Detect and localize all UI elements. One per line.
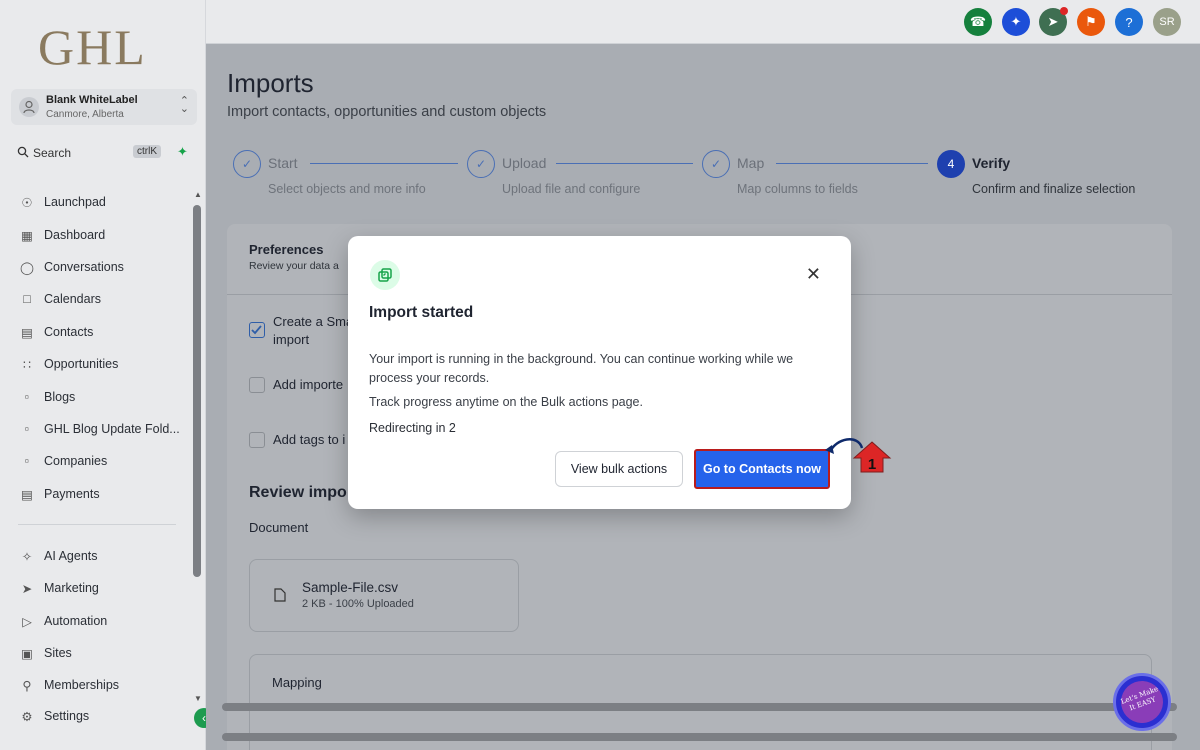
chat-icon: ◯ bbox=[20, 260, 34, 275]
send-icon: ➤ bbox=[21, 581, 33, 596]
import-started-modal: ✕ Import started Your import is running … bbox=[348, 236, 851, 509]
account-avatar bbox=[19, 97, 39, 117]
redirect-countdown: Redirecting in 2 bbox=[369, 421, 456, 435]
gear-icon: ⚙ bbox=[21, 709, 33, 724]
top-bar: ☎ ✦ ➤ ⚑ ? SR bbox=[206, 0, 1200, 44]
close-icon[interactable]: ✕ bbox=[806, 264, 821, 285]
help-icon[interactable]: ? bbox=[1115, 8, 1143, 36]
phone-icon[interactable]: ☎ bbox=[964, 8, 992, 36]
add-to-workflow-checkbox[interactable] bbox=[249, 377, 265, 393]
file-status: 2 KB - 100% Uploaded bbox=[302, 598, 414, 610]
search-button[interactable]: Search ctrlK bbox=[11, 142, 171, 164]
calendar-icon: □ bbox=[23, 292, 31, 306]
sidebar-item-marketing[interactable]: ➤ Marketing bbox=[18, 578, 99, 598]
watermark-badge: Let's Make It EASY bbox=[1113, 673, 1171, 731]
smart-list-checkbox[interactable] bbox=[249, 322, 265, 338]
sidebar-item-settings[interactable]: ⚙ Settings bbox=[18, 706, 89, 726]
sidebar-item-opportunities[interactable]: ∷ Opportunities bbox=[18, 354, 118, 374]
search-label: Search bbox=[33, 146, 72, 160]
sparkle-icon: ✧ bbox=[21, 549, 33, 564]
sidebar-item-sites[interactable]: ▣ Sites bbox=[18, 643, 72, 663]
mapping-label: Mapping bbox=[272, 675, 322, 690]
step-connector bbox=[310, 163, 458, 164]
notification-dot bbox=[1060, 7, 1068, 15]
check-icon: ✓ bbox=[467, 150, 495, 178]
preferences-subtitle: Review your data a bbox=[249, 260, 339, 272]
document-card[interactable]: Sample-File.csv 2 KB - 100% Uploaded bbox=[249, 559, 519, 632]
add-imported-label: Add importe bbox=[273, 377, 344, 392]
sidebar-item-ai-agents[interactable]: ✧ AI Agents bbox=[18, 546, 98, 566]
megaphone-icon[interactable]: ➤ bbox=[1039, 7, 1068, 36]
check-icon bbox=[251, 325, 262, 335]
account-switcher[interactable]: Blank WhiteLabel Canmore, Alberta ⌃ ⌄ bbox=[11, 89, 197, 125]
add-tags-label: Add tags to i bbox=[273, 432, 346, 447]
sidebar-item-companies[interactable]: ▫ Companies bbox=[18, 451, 107, 471]
modal-track-text: Track progress anytime on the Bulk actio… bbox=[369, 395, 643, 409]
horizontal-scrollbar[interactable] bbox=[222, 703, 1177, 711]
sidebar-item-calendars[interactable]: □ Calendars bbox=[18, 289, 101, 309]
add-tags-checkbox[interactable] bbox=[249, 432, 265, 448]
file-icon bbox=[274, 588, 286, 602]
check-icon: ✓ bbox=[233, 150, 261, 178]
sidebar: GHL Blank WhiteLabel Canmore, Alberta ⌃ ⌄… bbox=[0, 0, 206, 750]
grid-icon: ▦ bbox=[21, 228, 33, 243]
sidebar-item-contacts[interactable]: ▤ Contacts bbox=[18, 322, 93, 342]
bell-icon[interactable]: ⚑ bbox=[1077, 8, 1105, 36]
account-name: Blank WhiteLabel bbox=[46, 94, 138, 106]
chevron-updown-icon: ⌃ ⌄ bbox=[179, 95, 189, 115]
sidebar-item-blogs[interactable]: ▫ Blogs bbox=[18, 387, 76, 407]
watermark-text: Let's Make It EASY bbox=[1115, 675, 1169, 729]
sidebar-scrollbar[interactable] bbox=[193, 205, 201, 577]
page-title: Imports bbox=[227, 68, 314, 98]
folder-icon: ▫ bbox=[24, 422, 30, 436]
tutorial-annotation-arrow: 1 bbox=[825, 438, 892, 473]
step-connector bbox=[556, 163, 693, 164]
file-name: Sample-File.csv bbox=[302, 580, 399, 595]
sidebar-item-launchpad[interactable]: ☉ Launchpad bbox=[18, 192, 105, 212]
magic-icon[interactable]: ✦ bbox=[1002, 8, 1030, 36]
horizontal-scrollbar-bottom[interactable] bbox=[222, 733, 1177, 741]
annotation-number: 1 bbox=[868, 456, 876, 473]
scroll-up-arrow[interactable]: ▲ bbox=[194, 190, 202, 199]
preferences-title: Preferences bbox=[249, 242, 324, 257]
modal-title: Import started bbox=[369, 304, 474, 321]
page-subtitle: Import contacts, opportunities and custo… bbox=[227, 104, 547, 120]
view-bulk-actions-button[interactable]: View bulk actions bbox=[555, 451, 683, 487]
go-to-contacts-button[interactable]: Go to Contacts now bbox=[694, 449, 830, 489]
step-number: 4 bbox=[937, 150, 965, 178]
quick-action-icon[interactable]: ✦ bbox=[177, 144, 188, 160]
sidebar-item-memberships[interactable]: ⚲ Memberships bbox=[18, 675, 119, 695]
sidebar-item-automation[interactable]: ▷ Automation bbox=[18, 611, 107, 631]
blog-icon: ▫ bbox=[24, 390, 30, 404]
sidebar-item-payments[interactable]: ▤ Payments bbox=[18, 484, 100, 504]
membership-icon: ⚲ bbox=[22, 678, 32, 693]
smart-list-label: Create a Sma import bbox=[273, 314, 354, 347]
sidebar-item-dashboard[interactable]: ▦ Dashboard bbox=[18, 225, 105, 245]
review-title: Review impo bbox=[249, 484, 347, 501]
user-avatar[interactable]: SR bbox=[1153, 8, 1181, 36]
search-shortcut: ctrlK bbox=[133, 145, 161, 158]
contact-icon: ▤ bbox=[21, 325, 33, 340]
search-icon bbox=[17, 146, 29, 158]
sidebar-item-blog-folder[interactable]: ▫ GHL Blog Update Fold... bbox=[18, 419, 180, 439]
copy-success-icon bbox=[370, 260, 400, 290]
check-icon: ✓ bbox=[702, 150, 730, 178]
rocket-icon: ☉ bbox=[21, 195, 33, 210]
document-label: Document bbox=[249, 520, 309, 535]
account-location: Canmore, Alberta bbox=[46, 109, 124, 120]
sidebar-item-conversations[interactable]: ◯ Conversations bbox=[18, 257, 124, 277]
payments-icon: ▤ bbox=[21, 487, 33, 502]
scroll-down-arrow[interactable]: ▼ bbox=[194, 694, 202, 703]
pipeline-icon: ∷ bbox=[23, 357, 31, 372]
step-connector bbox=[776, 163, 928, 164]
modal-body: Your import is running in the background… bbox=[369, 352, 794, 385]
sites-icon: ▣ bbox=[21, 646, 33, 661]
sidebar-divider bbox=[18, 524, 176, 525]
building-icon: ▫ bbox=[24, 454, 30, 468]
automation-icon: ▷ bbox=[22, 614, 32, 629]
brand-logo[interactable]: GHL bbox=[38, 18, 147, 76]
